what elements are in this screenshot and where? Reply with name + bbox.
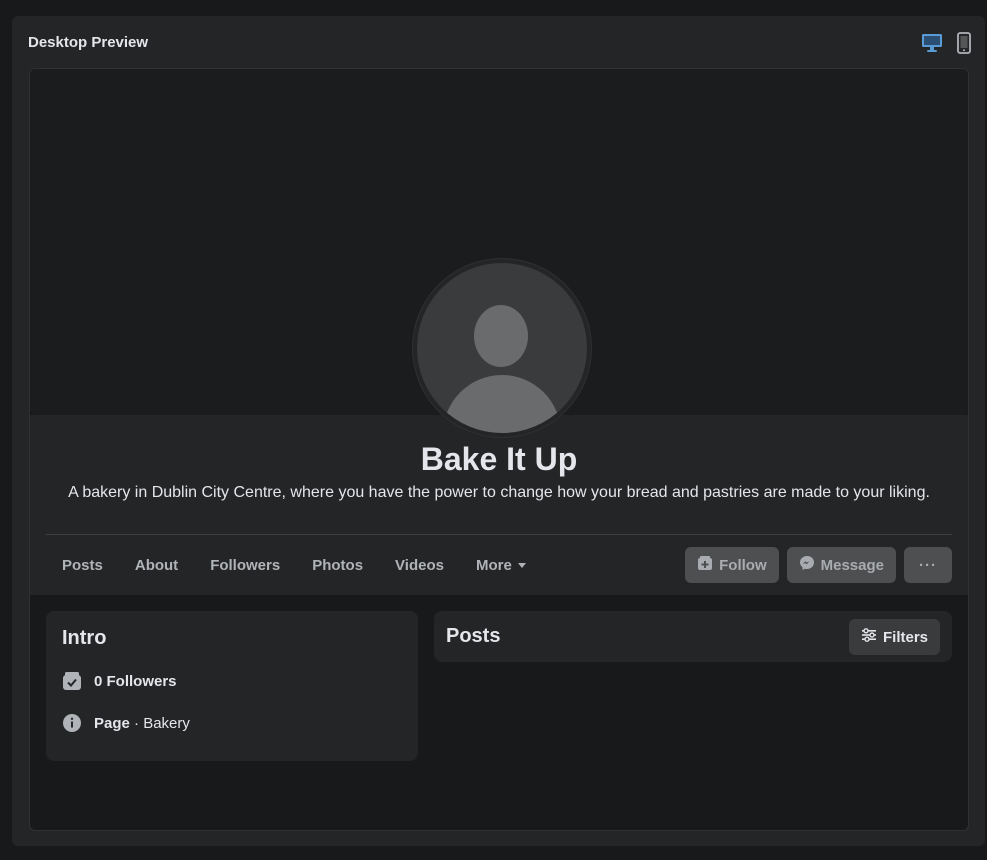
messenger-icon bbox=[799, 555, 815, 575]
view-toggle bbox=[921, 32, 971, 59]
avatar-head bbox=[474, 305, 528, 367]
intro-title: Intro bbox=[62, 627, 107, 649]
mobile-phone-icon[interactable] bbox=[957, 32, 971, 59]
tab-more[interactable]: More bbox=[460, 547, 542, 584]
more-options-button[interactable]: ··· bbox=[904, 547, 952, 583]
intro-card: Intro 0 Followers Page · Bakery bbox=[46, 611, 418, 761]
follow-button[interactable]: Follow bbox=[685, 547, 779, 583]
profile-picture bbox=[413, 259, 591, 437]
desktop-monitor-icon[interactable] bbox=[921, 33, 943, 58]
page-description: A bakery in Dublin City Centre, where yo… bbox=[68, 484, 930, 501]
page-tabs: Posts About Followers Photos Videos More bbox=[46, 547, 542, 584]
page-name: Bake It Up bbox=[420, 441, 578, 477]
followers-row: 0 Followers bbox=[62, 671, 177, 691]
header-divider bbox=[46, 534, 952, 535]
info-icon bbox=[62, 713, 82, 733]
tab-followers[interactable]: Followers bbox=[194, 547, 296, 584]
preview-panel: Desktop Preview Bake It Up A bakery in D… bbox=[12, 16, 985, 846]
caret-down-icon bbox=[517, 563, 526, 568]
page-preview: Bake It Up A bakery in Dublin City Centr… bbox=[29, 68, 969, 831]
filters-button[interactable]: Filters bbox=[848, 619, 940, 655]
tab-photos[interactable]: Photos bbox=[296, 547, 379, 584]
page-category-row: Page · Bakery bbox=[62, 713, 190, 733]
message-button[interactable]: Message bbox=[786, 547, 896, 583]
posts-title: Posts bbox=[446, 625, 501, 647]
follow-icon bbox=[697, 555, 713, 575]
page-type-label: Page bbox=[94, 714, 130, 732]
followers-count[interactable]: 0 Followers bbox=[94, 673, 177, 690]
sliders-icon bbox=[861, 627, 877, 647]
tab-videos[interactable]: Videos bbox=[379, 547, 460, 584]
tab-posts[interactable]: Posts bbox=[46, 547, 119, 584]
posts-card: Posts Filters bbox=[434, 611, 952, 662]
tab-about[interactable]: About bbox=[119, 547, 194, 584]
panel-title: Desktop Preview bbox=[28, 34, 149, 51]
page-actions: Follow Message ··· bbox=[685, 547, 952, 583]
avatar-body bbox=[443, 375, 561, 433]
page-category: · Bakery bbox=[129, 714, 190, 732]
followers-icon bbox=[62, 671, 82, 691]
